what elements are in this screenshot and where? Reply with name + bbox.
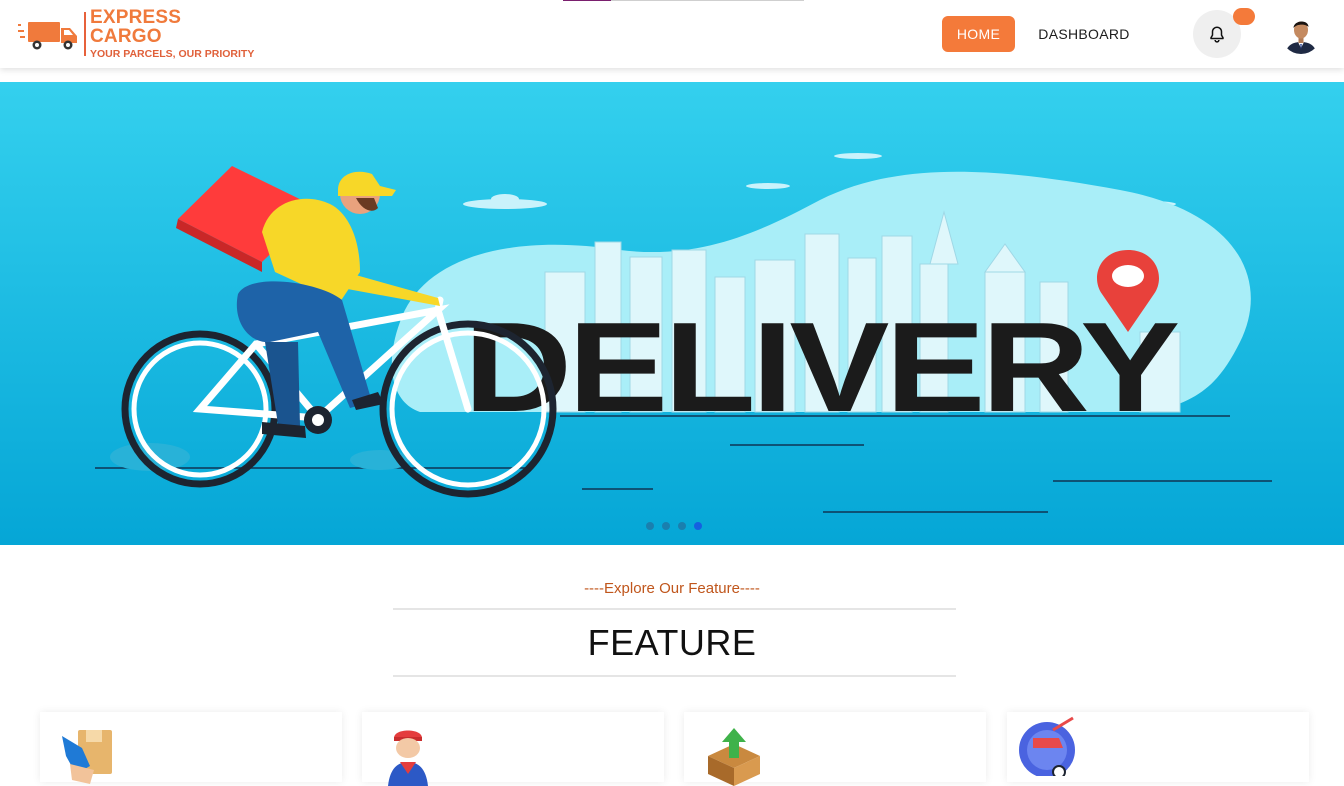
user-avatar[interactable] [1281,14,1321,54]
carousel-indicators [646,522,702,530]
hero-carousel[interactable]: DELIVERY [0,82,1344,545]
feature-card-1[interactable] [40,712,342,784]
feature-eyebrow: ----Explore Our Feature---- [584,580,760,597]
page-progress-fill [563,0,612,1]
bell-icon [1210,26,1224,43]
nav-dashboard-link[interactable]: DASHBOARD [1030,16,1138,52]
truck-icon [18,22,77,50]
nav-home-button[interactable]: HOME [942,16,1015,52]
feature-card-2[interactable] [362,712,664,786]
carousel-dot-2[interactable] [662,522,670,530]
brand-name: EXPRESS CARGO [90,7,182,48]
brand-text: EXPRESS CARGO YOUR PARCELS, OUR PRIORITY [90,8,258,60]
brand-logo[interactable]: EXPRESS CARGO YOUR PARCELS, OUR PRIORITY [18,8,258,60]
carousel-dot-4[interactable] [694,522,702,530]
feature-divider-top [393,608,956,610]
notification-badge [1233,8,1255,25]
page-progress-bar [563,0,804,1]
parcel-hand-icon [62,730,112,784]
logo-divider [84,12,86,56]
brand-tagline: YOUR PARCELS, OUR PRIORITY [90,48,255,61]
top-navbar: EXPRESS CARGO YOUR PARCELS, OUR PRIORITY… [0,0,1344,68]
fast-delivery-icon [1019,716,1075,776]
feature-divider-bottom [393,675,956,677]
feature-title: FEATURE [587,622,757,663]
box-upload-icon [708,728,760,786]
carousel-dot-3[interactable] [678,522,686,530]
hero-illustration: DELIVERY [0,82,1344,545]
feature-card-3[interactable] [684,712,986,786]
carousel-dot-1[interactable] [646,522,654,530]
hero-headline: DELIVERY [464,296,1179,438]
avatar-image [1281,14,1321,54]
feature-card-4[interactable] [1007,712,1309,782]
delivery-man-icon [388,730,428,786]
